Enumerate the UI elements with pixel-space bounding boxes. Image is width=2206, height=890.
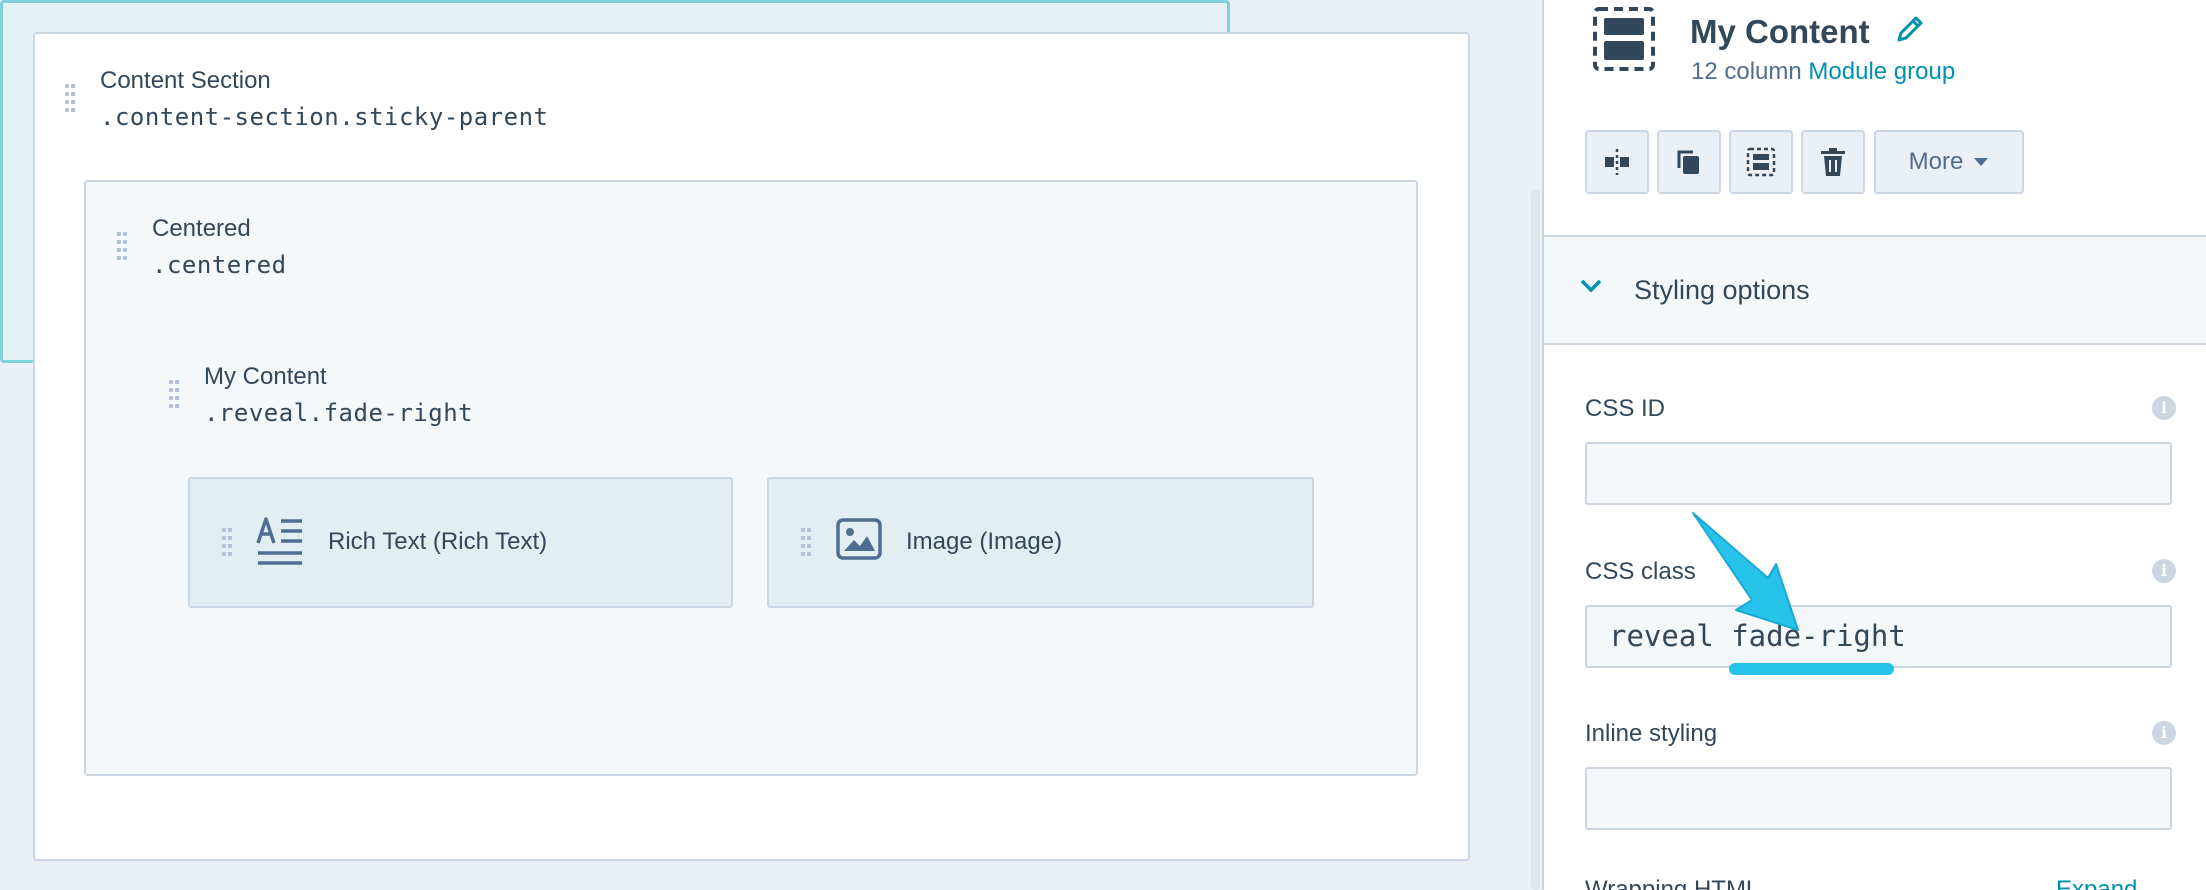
delete-button[interactable]: [1801, 130, 1865, 194]
wrapping-html-label: Wrapping HTML: [1585, 876, 1760, 890]
chevron-down-icon: [1580, 279, 1602, 293]
annotation-underline: [1729, 663, 1894, 675]
annotation-arrow-icon: [1692, 512, 1799, 631]
inline-styling-input[interactable]: [1585, 767, 2172, 830]
clone-button[interactable]: [1657, 130, 1721, 194]
css-class-input[interactable]: reveal fade-right: [1585, 605, 2172, 668]
module-group-icon: [1593, 7, 1655, 71]
my-content-css-class: .reveal.fade-right: [204, 399, 474, 427]
trash-icon: [1821, 148, 1845, 176]
section-title: Content Section: [100, 67, 271, 94]
css-id-info-icon[interactable]: i: [2152, 396, 2176, 420]
drag-handle-icon[interactable]: [222, 528, 232, 556]
css-class-label: CSS class: [1585, 558, 1696, 585]
wrap-group-button[interactable]: [1729, 130, 1793, 194]
css-id-input[interactable]: [1585, 442, 2172, 505]
drag-handle-icon[interactable]: [169, 380, 179, 408]
group-icon: [1746, 147, 1776, 177]
column-count-text: 12 column: [1691, 58, 1802, 85]
module-settings-panel: My Content 12 column Module group More S…: [1542, 0, 2206, 890]
rich-text-icon: [256, 517, 302, 565]
panel-title: My Content: [1690, 13, 1870, 50]
image-icon: [836, 518, 882, 560]
module-group-link[interactable]: Module group: [1808, 58, 1955, 85]
css-id-label: CSS ID: [1585, 395, 1666, 422]
more-label: More: [1908, 148, 1964, 175]
split-icon: [1605, 149, 1629, 175]
canvas-scrollbar-thumb[interactable]: [1531, 190, 1540, 890]
my-content-title: My Content: [204, 363, 327, 390]
rich-text-module-label: Rich Text (Rich Text): [328, 528, 548, 555]
edit-pencil-icon[interactable]: [1894, 13, 1926, 45]
section-css-class: .content-section.sticky-parent: [100, 103, 549, 131]
styling-options-toggle[interactable]: Styling options: [1544, 235, 2206, 345]
more-dropdown-button[interactable]: More: [1874, 130, 2024, 194]
drag-handle-icon[interactable]: [801, 528, 811, 556]
panel-subtitle: 12 column Module group: [1691, 58, 1955, 86]
caret-down-icon: [1974, 158, 1989, 166]
centered-css-class: .centered: [152, 251, 287, 279]
inline-styling-label: Inline styling: [1585, 720, 1718, 747]
expand-link[interactable]: Expand: [2056, 876, 2137, 890]
centered-title: Centered: [152, 215, 251, 242]
layout-canvas: Content Section .content-section.sticky-…: [0, 0, 1528, 890]
drag-handle-icon[interactable]: [117, 232, 127, 260]
inline-styling-info-icon[interactable]: i: [2152, 721, 2176, 745]
css-class-info-icon[interactable]: i: [2152, 559, 2176, 583]
panel-header: My Content 12 column Module group More: [1544, 0, 2206, 235]
drag-handle-icon[interactable]: [65, 84, 75, 112]
image-module-label: Image (Image): [906, 528, 1063, 555]
clone-icon: [1677, 150, 1699, 174]
split-button[interactable]: [1585, 130, 1649, 194]
styling-options-title: Styling options: [1634, 275, 1810, 305]
